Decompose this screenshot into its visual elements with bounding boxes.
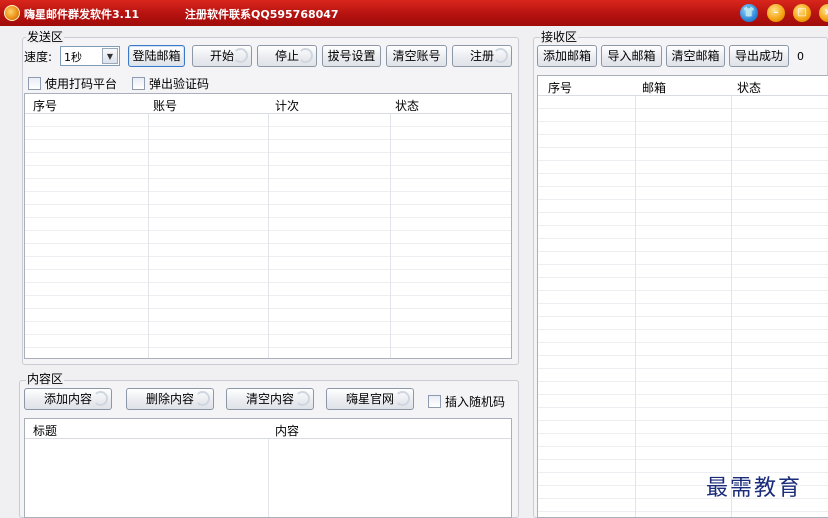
column-divider xyxy=(148,94,149,358)
table-header: 标题 内容 xyxy=(25,419,511,439)
skin-shirt-icon[interactable]: 👕 xyxy=(740,4,758,22)
app-window: 嗨星邮件群发软件3.11 注册软件联系QQ595768047 👕 – □ × 发… xyxy=(0,0,828,518)
export-success-button[interactable]: 导出成功 xyxy=(729,45,789,67)
watermark-text: 最需教育 xyxy=(706,476,803,501)
accounts-table[interactable]: 序号 账号 计次 状态 xyxy=(24,93,512,359)
add-mailbox-button[interactable]: 添加邮箱 xyxy=(537,45,597,67)
column-header-status[interactable]: 状态 xyxy=(395,97,419,114)
close-button[interactable]: × xyxy=(819,4,828,22)
column-header-content[interactable]: 内容 xyxy=(275,422,299,439)
column-header-count[interactable]: 计次 xyxy=(275,97,299,114)
column-header-index[interactable]: 序号 xyxy=(548,79,572,96)
maximize-button[interactable]: □ xyxy=(793,4,811,22)
success-count: 0 xyxy=(797,50,804,63)
stop-button[interactable]: 停止 xyxy=(257,45,317,67)
column-divider xyxy=(635,76,636,517)
checkbox-box[interactable] xyxy=(428,395,441,408)
chevron-down-icon[interactable]: ▼ xyxy=(102,48,118,64)
column-header-mailbox[interactable]: 邮箱 xyxy=(642,79,666,96)
import-mailbox-button[interactable]: 导入邮箱 xyxy=(601,45,662,67)
speed-label: 速度: xyxy=(24,50,53,64)
table-header: 序号 邮箱 状态 xyxy=(538,76,828,96)
official-site-button[interactable]: 嗨星官网 xyxy=(326,388,414,410)
column-header-title[interactable]: 标题 xyxy=(33,422,57,439)
speed-value: 1秒 xyxy=(64,51,82,64)
clear-content-button[interactable]: 清空内容 xyxy=(226,388,314,410)
minimize-button[interactable]: – xyxy=(767,4,785,22)
clear-accounts-button[interactable]: 清空账号 xyxy=(386,45,447,67)
register-button[interactable]: 注册 xyxy=(452,45,512,67)
column-divider xyxy=(731,76,732,517)
delete-content-button[interactable]: 删除内容 xyxy=(126,388,214,410)
speed-select[interactable]: 1秒 ▼ xyxy=(60,46,120,66)
app-logo-icon xyxy=(4,5,20,21)
clear-mailbox-button[interactable]: 清空邮箱 xyxy=(666,45,725,67)
column-header-index[interactable]: 序号 xyxy=(33,97,57,114)
content-area-label: 内容区 xyxy=(26,372,65,386)
use-captcha-platform-checkbox[interactable]: 使用打码平台 xyxy=(28,75,117,92)
content-table[interactable]: 标题 内容 xyxy=(24,418,512,518)
column-divider xyxy=(268,94,269,358)
table-rows xyxy=(538,96,828,517)
table-header: 序号 账号 计次 状态 xyxy=(25,94,511,114)
contact-text: 注册软件联系QQ595768047 xyxy=(185,8,339,21)
receive-area-label: 接收区 xyxy=(540,30,579,44)
checkbox-box[interactable] xyxy=(132,77,145,90)
dial-settings-button[interactable]: 拔号设置 xyxy=(322,45,381,67)
title-bar: 嗨星邮件群发软件3.11 注册软件联系QQ595768047 👕 – □ × xyxy=(0,0,828,26)
column-header-account[interactable]: 账号 xyxy=(153,97,177,114)
window-title: 嗨星邮件群发软件3.11 xyxy=(24,8,140,21)
column-divider xyxy=(390,94,391,358)
insert-random-code-label: 插入随机码 xyxy=(445,395,506,409)
checkbox-box[interactable] xyxy=(28,77,41,90)
popup-captcha-label: 弹出验证码 xyxy=(149,77,210,91)
popup-captcha-checkbox[interactable]: 弹出验证码 xyxy=(132,75,209,92)
mailbox-table[interactable]: 序号 邮箱 状态 xyxy=(537,75,828,518)
login-mailbox-button[interactable]: 登陆邮箱 xyxy=(128,45,185,67)
insert-random-code-checkbox[interactable]: 插入随机码 xyxy=(428,393,505,410)
use-captcha-platform-label: 使用打码平台 xyxy=(45,77,118,91)
add-content-button[interactable]: 添加内容 xyxy=(24,388,112,410)
send-area-label: 发送区 xyxy=(26,30,65,44)
start-button[interactable]: 开始 xyxy=(192,45,252,67)
column-header-status[interactable]: 状态 xyxy=(737,79,761,96)
